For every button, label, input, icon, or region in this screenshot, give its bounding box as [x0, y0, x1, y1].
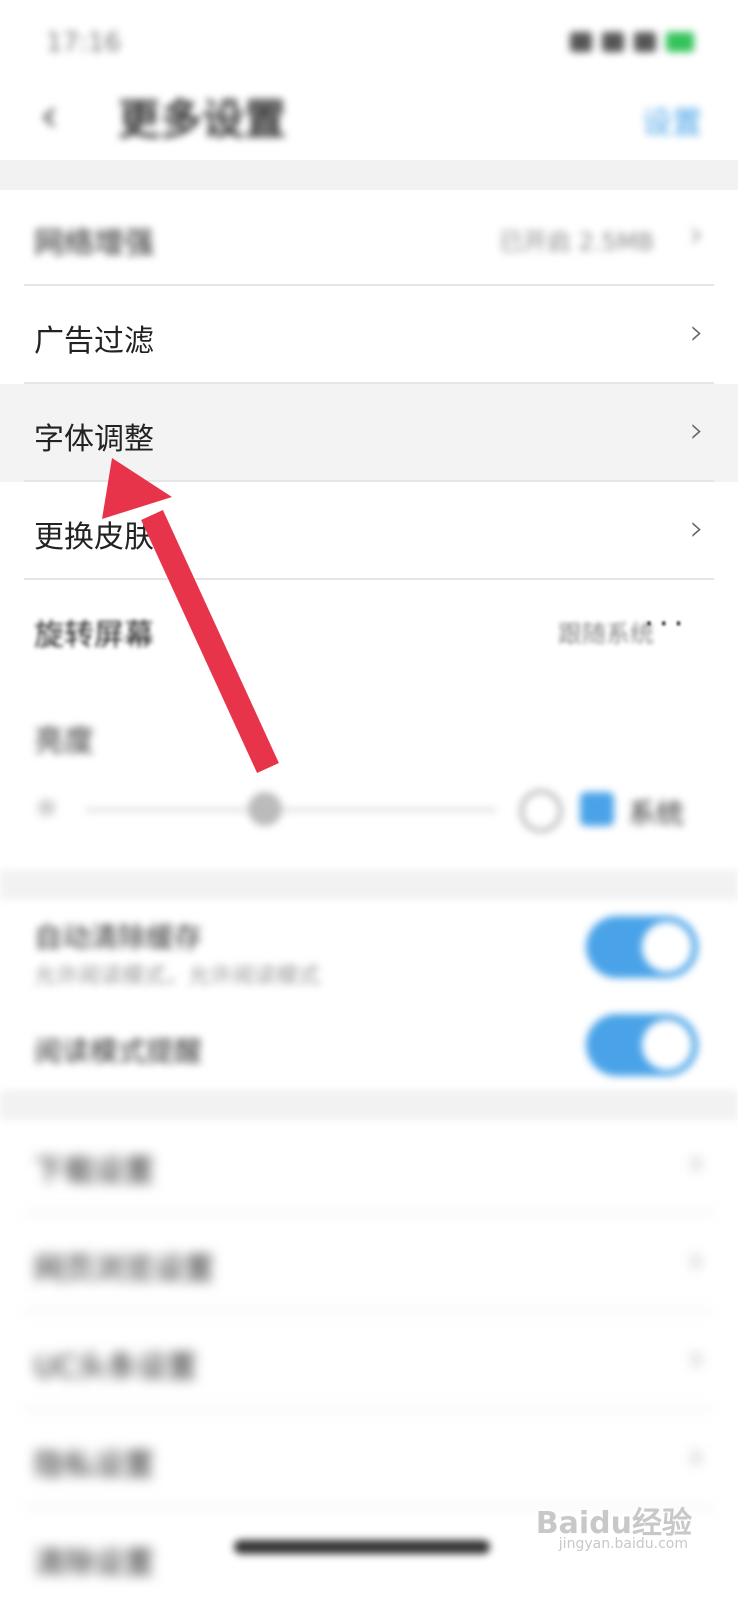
arrow-head — [102, 458, 172, 519]
arrow-shaft — [141, 509, 279, 774]
annotation-arrow — [102, 458, 279, 774]
